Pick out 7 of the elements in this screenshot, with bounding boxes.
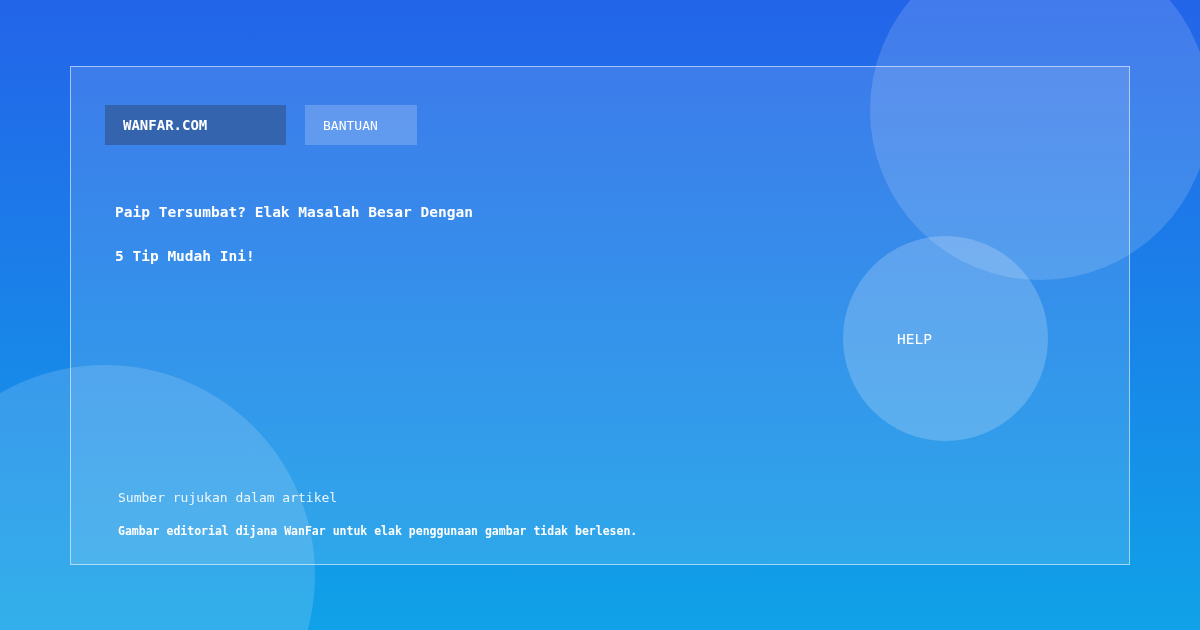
nav-tab[interactable]: WANFAR.COM xyxy=(105,105,286,145)
headline: 5 Tip Mudah Ini! xyxy=(115,247,256,265)
disclaimer: Gambar editorial dijana WanFar untuk elak penggunaan gambar tidak berlesen. xyxy=(118,524,639,538)
help-button[interactable]: HELP xyxy=(843,236,1048,441)
source-note: Sumber rujukan dalam artikel xyxy=(118,490,339,506)
nav-tab[interactable]: BANTUAN xyxy=(305,105,417,145)
headline: Paip Tersumbat? Elak Masalah Besar Dengan xyxy=(115,203,474,221)
